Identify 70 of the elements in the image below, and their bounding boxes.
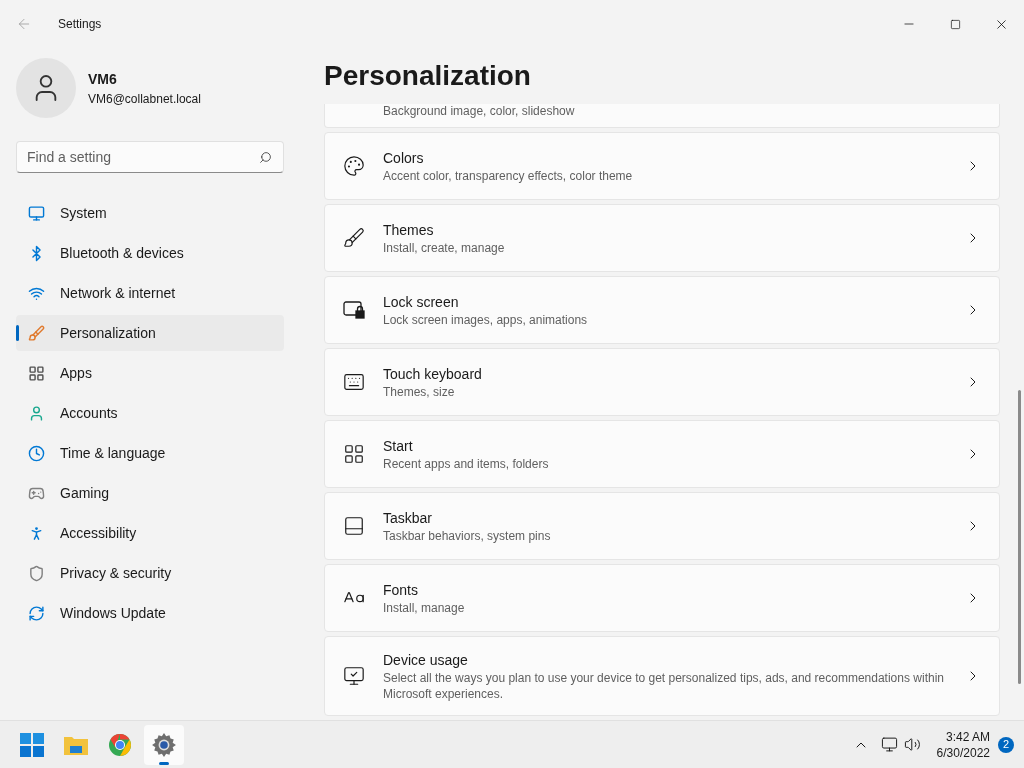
settings-card[interactable]: Fonts Install, manage	[324, 564, 1000, 632]
person-icon	[28, 404, 45, 422]
card-title: Lock screen	[383, 292, 460, 312]
nav-item[interactable]: Personalization	[16, 315, 284, 351]
profile-email: VM6@collabnet.local	[88, 90, 201, 108]
nav-item[interactable]: Network & internet	[16, 275, 284, 311]
nav-item[interactable]: Gaming	[16, 475, 284, 511]
update-icon	[28, 604, 45, 622]
card-subtitle: Install, manage	[383, 599, 466, 616]
settings-card[interactable]: Touch keyboard Themes, size	[324, 348, 1000, 416]
page-title: Personalization	[324, 59, 531, 93]
card-title: Touch keyboard	[383, 364, 483, 384]
notification-badge[interactable]: 2	[998, 736, 1014, 753]
card-subtitle: Lock screen images, apps, animations	[383, 311, 589, 328]
settings-card[interactable]: Colors Accent color, transparency effects, color theme	[324, 132, 1000, 200]
nav-item[interactable]: System	[16, 195, 284, 231]
card-title: Taskbar	[383, 508, 434, 528]
taskbar-app-button[interactable]	[144, 724, 184, 765]
gear-icon	[151, 731, 177, 758]
keyboard-icon	[343, 371, 365, 393]
settings-card[interactable]: Start Recent apps and items, folders	[324, 420, 1000, 488]
card-title: Fonts	[383, 580, 419, 600]
windows-logo-icon	[20, 732, 44, 757]
nav-item[interactable]: Accessibility	[16, 515, 284, 551]
selection-indicator	[16, 325, 19, 341]
search-icon	[259, 151, 272, 164]
device-check-icon	[343, 665, 365, 687]
clock-icon	[28, 444, 45, 462]
brush-icon	[343, 227, 365, 249]
apps-icon	[28, 364, 45, 382]
card-subtitle: Background image, color, slideshow	[383, 104, 575, 118]
card-subtitle: Accent color, transparency effects, color theme	[383, 167, 634, 184]
taskbar-icon	[343, 515, 365, 537]
nav-item[interactable]: Time & language	[16, 435, 284, 471]
brush-icon	[28, 324, 45, 342]
profile-name: VM6	[88, 69, 118, 89]
window-title: Settings	[58, 16, 102, 33]
search-field[interactable]: Find a setting	[16, 141, 284, 173]
nav-item[interactable]: Bluetooth & devices	[16, 235, 284, 271]
card-title: Themes	[383, 220, 435, 240]
monitor-icon	[28, 204, 45, 222]
maximize-icon	[949, 18, 961, 30]
volume-icon[interactable]	[903, 736, 921, 753]
palette-icon	[343, 155, 365, 177]
card-subtitle: Themes, size	[383, 383, 456, 400]
nav-item[interactable]: Accounts	[16, 395, 284, 431]
clock-time: 3:42 AM	[945, 728, 990, 745]
network-icon[interactable]	[880, 736, 898, 753]
card-subtitle: Taskbar behaviors, system pins	[383, 527, 552, 544]
card-subtitle: Install, create, manage	[383, 239, 506, 256]
card-subtitle: Select all the ways you plan to use your device to get personalized tips, ads, and recommendations within Microsoft experiences.	[383, 669, 945, 702]
scrollbar-thumb[interactable]	[1018, 390, 1021, 684]
shield-icon	[28, 564, 45, 582]
lock-screen-icon	[343, 300, 365, 320]
card-title: Device usage	[383, 650, 469, 670]
settings-card[interactable]: Device usage Select all the ways you plan to use your device to get personalized tips, ads, and recommendations within Microsoft experiences.	[324, 636, 1000, 716]
card-subtitle: Recent apps and items, folders	[383, 455, 550, 472]
settings-card[interactable]: Themes Install, create, manage	[324, 204, 1000, 272]
settings-card[interactable]: Lock screen Lock screen images, apps, animations	[324, 276, 1000, 344]
settings-card[interactable]: Background image, color, slideshow	[324, 104, 1000, 128]
start-menu-icon	[343, 443, 365, 465]
browser-icon	[108, 732, 132, 757]
clock-date: 6/30/2022	[936, 744, 990, 761]
nav-item[interactable]: Windows Update	[16, 595, 284, 631]
card-title: Colors	[383, 148, 425, 168]
settings-card[interactable]: Taskbar Taskbar behaviors, system pins	[324, 492, 1000, 560]
nav-item[interactable]: Privacy & security	[16, 555, 284, 591]
active-indicator	[159, 761, 169, 765]
card-title: Start	[383, 436, 414, 456]
nav-item[interactable]: Apps	[16, 355, 284, 391]
